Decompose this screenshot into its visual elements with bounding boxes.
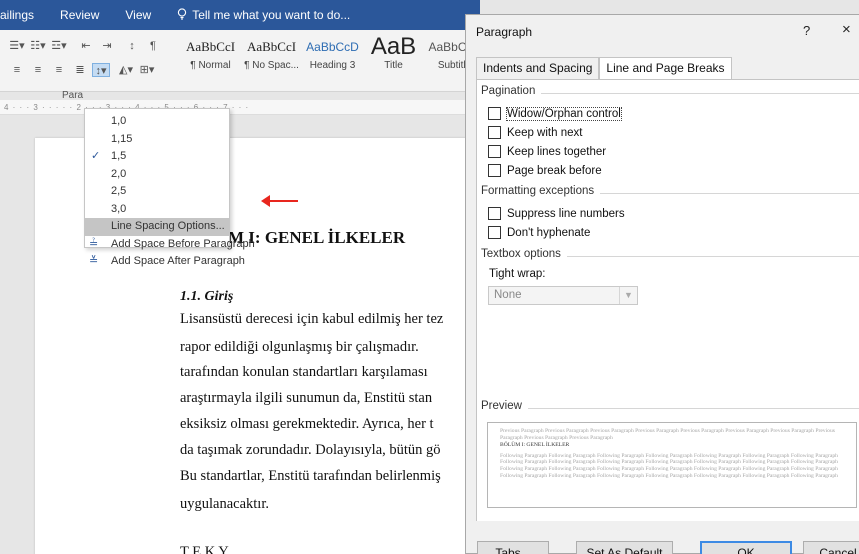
styles-gallery: AaBbCcI ¶ Normal AaBbCcI ¶ No Spac... Aa…	[180, 36, 485, 71]
sort-icon[interactable]: ↕	[123, 39, 141, 53]
preview-group-label: Preview	[481, 400, 528, 412]
body-text-line: rapor edildiği olgunlaşmış bir çalışmadı…	[180, 339, 419, 355]
body-text-line: uygulanacaktır.	[180, 496, 269, 512]
style-title[interactable]: AaB Title	[363, 36, 424, 71]
set-as-default-button[interactable]: Set As Default	[576, 541, 673, 554]
style-no-spacing[interactable]: AaBbCcI ¶ No Spac...	[241, 36, 302, 71]
line-spacing-options[interactable]: Line Spacing Options...	[85, 218, 229, 236]
line-spacing-menu: 1,0 1,15 ✓ 1,5 2,0 2,5 3,0 Line Spacing O…	[84, 108, 255, 267]
body-text-line: tarafından konulan standartları karşılam…	[180, 364, 428, 380]
paragraph-dialog: Paragraph ? × Indents and Spacing Line a…	[465, 14, 859, 554]
chevron-down-icon: ▼	[619, 287, 637, 304]
checkbox-label: Keep lines together	[507, 145, 607, 158]
shading-icon[interactable]: ◭▾	[117, 63, 135, 77]
line-spacing-icon[interactable]: ↕▾	[92, 63, 110, 77]
cancel-button[interactable]: Cancel	[803, 541, 859, 554]
checkbox-box	[488, 126, 501, 139]
checkbox-label: Don't hyphenate	[507, 226, 591, 239]
preview-previous-text: Previous Paragraph Previous Paragraph Pr…	[500, 428, 835, 441]
dialog-title: Paragraph	[476, 25, 533, 39]
ribbon-home: ☰▾ ☷▾ ☲▾ ⇤ ⇥ ↕ ¶ ≡ ≡ ≡ ≣ ↕▾ ◭▾ ⊞▾ AaBbCc…	[0, 30, 481, 92]
ribbon-tab-bar: ailings Review View Tell me what you wan…	[0, 0, 480, 30]
preview-current-text: BÖLÜM I: GENEL İLKELER	[500, 442, 570, 449]
line-spacing-3-0[interactable]: 3,0	[85, 201, 229, 219]
body-text-line: Bu standartlar, Enstitü tarafından belir…	[180, 468, 441, 484]
tab-mailings[interactable]: ailings	[0, 8, 34, 22]
textbox-options-group-label: Textbox options	[481, 248, 567, 260]
body-text-line: da taşımak zorundadır. Dolayısıyla, bütü…	[180, 442, 441, 458]
tab-indents-and-spacing[interactable]: Indents and Spacing	[476, 57, 600, 79]
section-heading: 1.1. Giriş	[180, 289, 234, 304]
checkbox-box	[488, 207, 501, 220]
line-spacing-2-0[interactable]: 2,0	[85, 166, 229, 184]
tight-wrap-label: Tight wrap:	[489, 268, 546, 280]
screen: ailings Review View Tell me what you wan…	[0, 0, 859, 554]
style-normal[interactable]: AaBbCcI ¶ Normal	[180, 36, 241, 71]
annotation-arrow	[261, 195, 298, 207]
keep-with-next-checkbox[interactable]: Keep with next	[488, 126, 582, 139]
increase-indent-icon[interactable]: ⇥	[98, 39, 116, 53]
tab-line-and-page-breaks[interactable]: Line and Page Breaks	[599, 57, 732, 80]
paragraph-preview: Previous Paragraph Previous Paragraph Pr…	[487, 422, 857, 508]
body-text-line: Lisansüstü derecesi için kabul edilmiş h…	[180, 311, 444, 327]
widow-orphan-control-checkbox[interactable]: Widow/Orphan control	[488, 106, 622, 121]
checkbox-label: Widow/Orphan control	[506, 106, 622, 121]
body-text-line: eksiksiz olması gerekmektedir. Ayrıca, h…	[180, 416, 434, 432]
help-icon[interactable]: ?	[803, 23, 810, 38]
group-divider	[481, 408, 859, 409]
checkbox-label: Suppress line numbers	[507, 207, 625, 220]
checkbox-box	[488, 107, 501, 120]
checkbox-label: Keep with next	[507, 126, 583, 139]
line-spacing-2-5[interactable]: 2,5	[85, 183, 229, 201]
tab-review[interactable]: Review	[60, 8, 99, 22]
checkbox-label: Page break before	[507, 164, 602, 177]
checkbox-box	[488, 145, 501, 158]
borders-icon[interactable]: ⊞▾	[138, 63, 156, 77]
preview-following-text: Following Paragraph Following Paragraph …	[500, 452, 838, 479]
style-heading-3[interactable]: AaBbCcD Heading 3	[302, 36, 363, 71]
tell-me-box[interactable]: Tell me what you want to do...	[177, 7, 351, 23]
align-right-icon[interactable]: ≡	[50, 63, 68, 77]
numbering-icon[interactable]: ☷▾	[29, 39, 47, 53]
body-text-line: T E K Y	[180, 544, 229, 554]
bullets-icon[interactable]: ☰▾	[8, 39, 26, 53]
align-left-icon[interactable]: ≡	[8, 63, 26, 77]
decrease-indent-icon[interactable]: ⇤	[77, 39, 95, 53]
lightbulb-icon	[177, 7, 187, 23]
horizontal-ruler[interactable]: 4 · · · 3 · · · · · 2 · · · 3 · · · 4 · …	[0, 100, 480, 115]
line-spacing-1-0[interactable]: 1,0	[85, 113, 229, 131]
line-and-page-breaks-panel: Pagination Widow/Orphan control Keep wit…	[476, 79, 859, 521]
add-space-before-paragraph[interactable]: ≟ Add Space Before Paragraph	[85, 236, 255, 254]
checkbox-box	[488, 226, 501, 239]
multilevel-list-icon[interactable]: ☲▾	[50, 39, 68, 53]
body-text-line: araştırmayla ilgili sunumun da, Enstitü …	[180, 390, 433, 406]
close-icon[interactable]: ×	[842, 21, 851, 38]
dont-hyphenate-checkbox[interactable]: Don't hyphenate	[488, 226, 590, 239]
justify-icon[interactable]: ≣	[71, 63, 89, 77]
checkbox-box	[488, 164, 501, 177]
line-spacing-1-15[interactable]: 1,15	[85, 131, 229, 149]
line-spacing-1-5[interactable]: ✓ 1,5	[85, 148, 229, 166]
page-break-before-checkbox[interactable]: Page break before	[488, 164, 602, 177]
space-before-icon: ≟	[89, 237, 99, 250]
align-center-icon[interactable]: ≡	[29, 63, 47, 77]
tab-view[interactable]: View	[125, 8, 151, 22]
tabs-button[interactable]: Tabs...	[477, 541, 549, 554]
checkmark-icon: ✓	[91, 150, 101, 162]
space-after-icon: ≚	[89, 255, 99, 267]
pilcrow-icon[interactable]: ¶	[144, 39, 162, 53]
formatting-exceptions-group-label: Formatting exceptions	[481, 185, 601, 197]
dialog-tabs: Indents and Spacing Line and Page Breaks	[476, 57, 732, 80]
keep-lines-together-checkbox[interactable]: Keep lines together	[488, 145, 606, 158]
tight-wrap-select[interactable]: None ▼	[488, 286, 638, 305]
add-space-after-paragraph[interactable]: ≚ Add Space After Paragraph	[85, 253, 245, 271]
ok-button[interactable]: OK	[700, 541, 792, 554]
tell-me-text: Tell me what you want to do...	[192, 8, 351, 22]
suppress-line-numbers-checkbox[interactable]: Suppress line numbers	[488, 207, 625, 220]
pagination-group-label: Pagination	[481, 85, 542, 97]
